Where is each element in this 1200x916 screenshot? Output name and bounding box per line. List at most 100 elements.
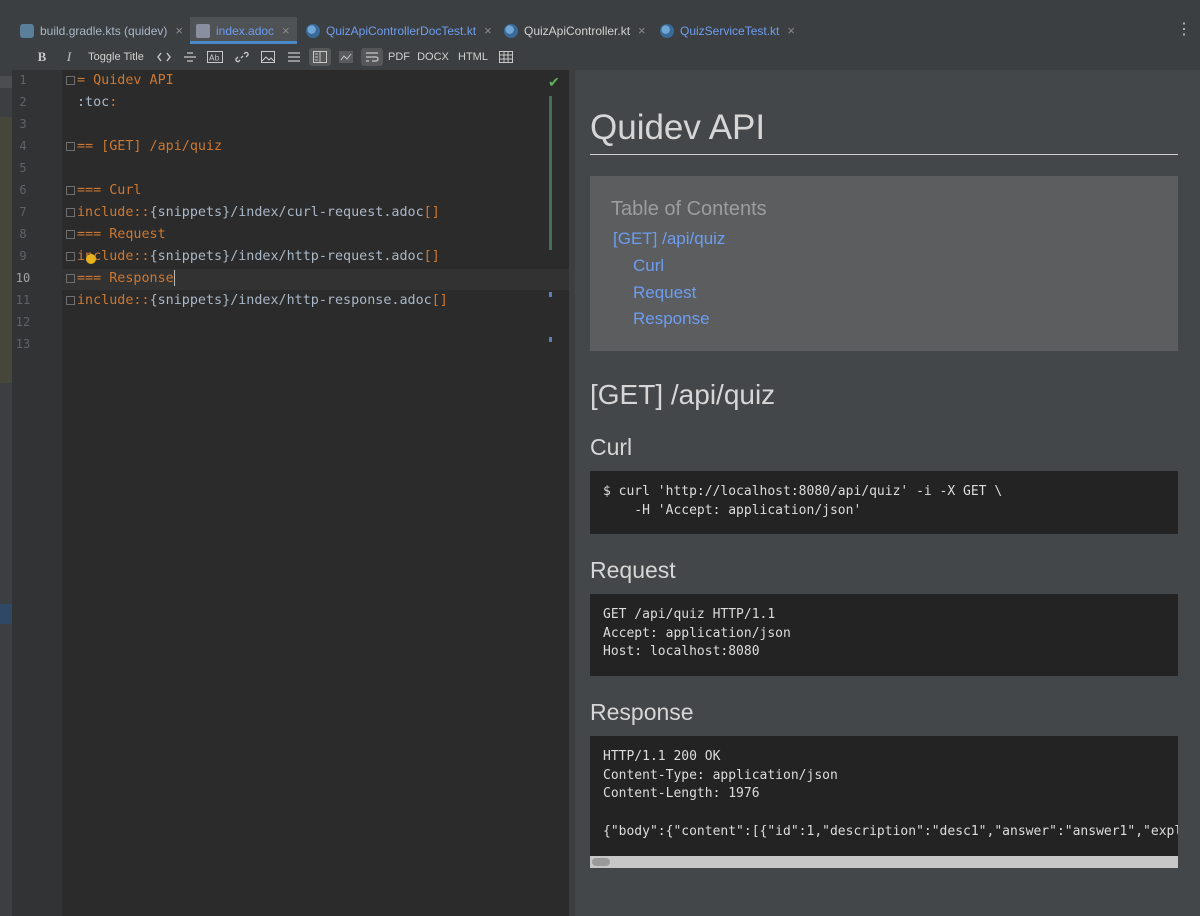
line-number-current: 10 bbox=[15, 271, 31, 285]
fold-icon[interactable] bbox=[66, 76, 75, 85]
more-tabs-icon[interactable]: ⋮ bbox=[1176, 22, 1192, 38]
subsection-heading-response: Response bbox=[590, 699, 694, 725]
table-icon[interactable] bbox=[497, 48, 515, 66]
close-icon[interactable]: × bbox=[175, 23, 183, 38]
code-text: HTTP/1.1 200 OK Content-Type: applicatio… bbox=[603, 749, 1178, 839]
project-panel-edge[interactable] bbox=[0, 70, 12, 916]
panel-selection bbox=[0, 604, 12, 624]
line-number: 4 bbox=[19, 139, 27, 153]
window-top-strip bbox=[0, 0, 1200, 17]
tab-label: build.gradle.kts (quidev) bbox=[40, 23, 168, 38]
line-number: 11 bbox=[15, 293, 31, 307]
line-number: 6 bbox=[19, 183, 27, 197]
line-number: 5 bbox=[19, 161, 27, 175]
strikethrough-icon[interactable] bbox=[181, 48, 199, 66]
close-icon[interactable]: × bbox=[787, 23, 795, 38]
heading-text: == [GET] /api/quiz bbox=[77, 139, 223, 154]
heading-text: === Request bbox=[77, 227, 166, 242]
error-stripe-marker[interactable] bbox=[549, 292, 552, 297]
asciidoc-preview[interactable]: Quidev API Table of Contents [GET] /api/… bbox=[575, 70, 1200, 916]
fold-icon[interactable] bbox=[66, 230, 75, 239]
export-docx-button[interactable]: DOCX bbox=[416, 48, 450, 66]
code-line[interactable]: :toc: bbox=[77, 93, 117, 113]
attribute-text: :toc bbox=[77, 95, 110, 110]
lightbulb-icon[interactable] bbox=[86, 254, 96, 264]
attribute-reference: {snippets} bbox=[149, 249, 231, 264]
code-text: $ curl 'http://localhost:8080/api/quiz' … bbox=[603, 484, 1003, 518]
tab-quizapicontrollerdoctest[interactable]: QuizApiControllerDocTest.kt × bbox=[300, 17, 497, 44]
code-text: GET /api/quiz HTTP/1.1 Accept: applicati… bbox=[603, 607, 791, 660]
fold-icon[interactable] bbox=[66, 252, 75, 261]
horizontal-scrollbar[interactable] bbox=[590, 856, 1178, 868]
italic-button[interactable]: I bbox=[61, 48, 77, 66]
include-brackets: [] bbox=[423, 249, 440, 264]
subsection-heading-request: Request bbox=[590, 557, 676, 583]
editor-tab-bar: build.gradle.kts (quidev) × index.adoc ×… bbox=[0, 17, 1200, 45]
image-icon[interactable] bbox=[259, 48, 277, 66]
close-icon[interactable]: × bbox=[282, 23, 290, 38]
close-icon[interactable]: × bbox=[638, 23, 646, 38]
tab-label: QuizApiControllerDocTest.kt bbox=[326, 23, 477, 38]
text-caret bbox=[173, 270, 175, 286]
title-underline bbox=[590, 154, 1178, 155]
fold-icon[interactable] bbox=[66, 296, 75, 305]
code-line[interactable]: == [GET] /api/quiz bbox=[77, 137, 222, 157]
toggle-title-button[interactable]: Toggle Title bbox=[84, 48, 148, 66]
gradle-icon bbox=[20, 23, 34, 38]
close-icon[interactable]: × bbox=[484, 23, 492, 38]
code-line[interactable]: === Curl bbox=[77, 181, 142, 201]
code-line[interactable]: === Request bbox=[77, 225, 166, 245]
tab-quizservicetest[interactable]: QuizServiceTest.kt × bbox=[654, 17, 804, 44]
include-path: /index/curl-request.adoc bbox=[230, 205, 424, 220]
heading-text: = Quidev API bbox=[77, 73, 174, 88]
toc-link-response[interactable]: Response bbox=[633, 309, 710, 329]
attribute-reference: {snippets} bbox=[149, 205, 231, 220]
code-line[interactable]: include::{snippets}/index/http-request.a… bbox=[77, 247, 440, 267]
request-code-block: GET /api/quiz HTTP/1.1 Accept: applicati… bbox=[590, 594, 1178, 676]
fold-icon[interactable] bbox=[66, 208, 75, 217]
code-line[interactable]: include::{snippets}/index/http-response.… bbox=[77, 291, 448, 311]
export-html-button[interactable]: HTML bbox=[456, 48, 490, 66]
code-line[interactable]: include::{snippets}/index/curl-request.a… bbox=[77, 203, 440, 223]
tab-label: QuizServiceTest.kt bbox=[680, 23, 780, 38]
soft-wrap-icon[interactable] bbox=[361, 48, 383, 66]
fold-icon[interactable] bbox=[66, 274, 75, 283]
code-line[interactable]: = Quidev API bbox=[77, 71, 174, 91]
toc-link-request[interactable]: Request bbox=[633, 283, 696, 303]
asciidoc-icon bbox=[196, 23, 210, 38]
fold-icon[interactable] bbox=[66, 186, 75, 195]
error-stripe-marker[interactable] bbox=[549, 337, 552, 342]
svg-text:Ab: Ab bbox=[209, 54, 220, 63]
fold-icon[interactable] bbox=[66, 142, 75, 151]
kotlin-class-icon bbox=[306, 23, 320, 38]
preview-only-icon[interactable] bbox=[337, 48, 355, 66]
link-icon[interactable] bbox=[233, 48, 251, 66]
vcs-change-stripe[interactable] bbox=[549, 96, 552, 250]
heading-text: === Curl bbox=[77, 183, 142, 198]
tab-index-adoc[interactable]: index.adoc × bbox=[190, 17, 297, 44]
heading-text: === Response bbox=[77, 271, 174, 286]
bold-button[interactable]: B bbox=[34, 48, 50, 66]
export-pdf-button[interactable]: PDF bbox=[387, 48, 411, 66]
subsection-heading-curl: Curl bbox=[590, 434, 633, 460]
tab-quizapicontroller[interactable]: QuizApiController.kt × bbox=[498, 17, 650, 44]
include-brackets: [] bbox=[423, 205, 440, 220]
code-editor[interactable] bbox=[72, 70, 569, 916]
tab-build-gradle[interactable]: build.gradle.kts (quidev) × bbox=[14, 17, 190, 44]
attribute-colon: : bbox=[109, 95, 118, 110]
checkmark-icon[interactable]: ✔ bbox=[548, 74, 560, 91]
monospace-icon[interactable]: Ab bbox=[206, 48, 224, 66]
include-path: /index/http-response.adoc bbox=[230, 293, 432, 308]
toc-link-curl[interactable]: Curl bbox=[633, 256, 664, 276]
toc-link-get-quiz[interactable]: [GET] /api/quiz bbox=[613, 229, 725, 249]
line-number: 8 bbox=[19, 227, 27, 241]
toc-title: Table of Contents bbox=[611, 198, 767, 220]
scrollbar-thumb[interactable] bbox=[592, 858, 610, 866]
editor-and-preview-icon[interactable] bbox=[309, 48, 331, 66]
document-title: Quidev API bbox=[590, 108, 766, 147]
include-brackets: [] bbox=[431, 293, 448, 308]
code-icon[interactable] bbox=[156, 48, 172, 66]
code-line-current[interactable]: === Response bbox=[77, 269, 175, 289]
kotlin-class-icon bbox=[660, 23, 674, 38]
horizontal-lines-icon[interactable] bbox=[285, 48, 303, 66]
